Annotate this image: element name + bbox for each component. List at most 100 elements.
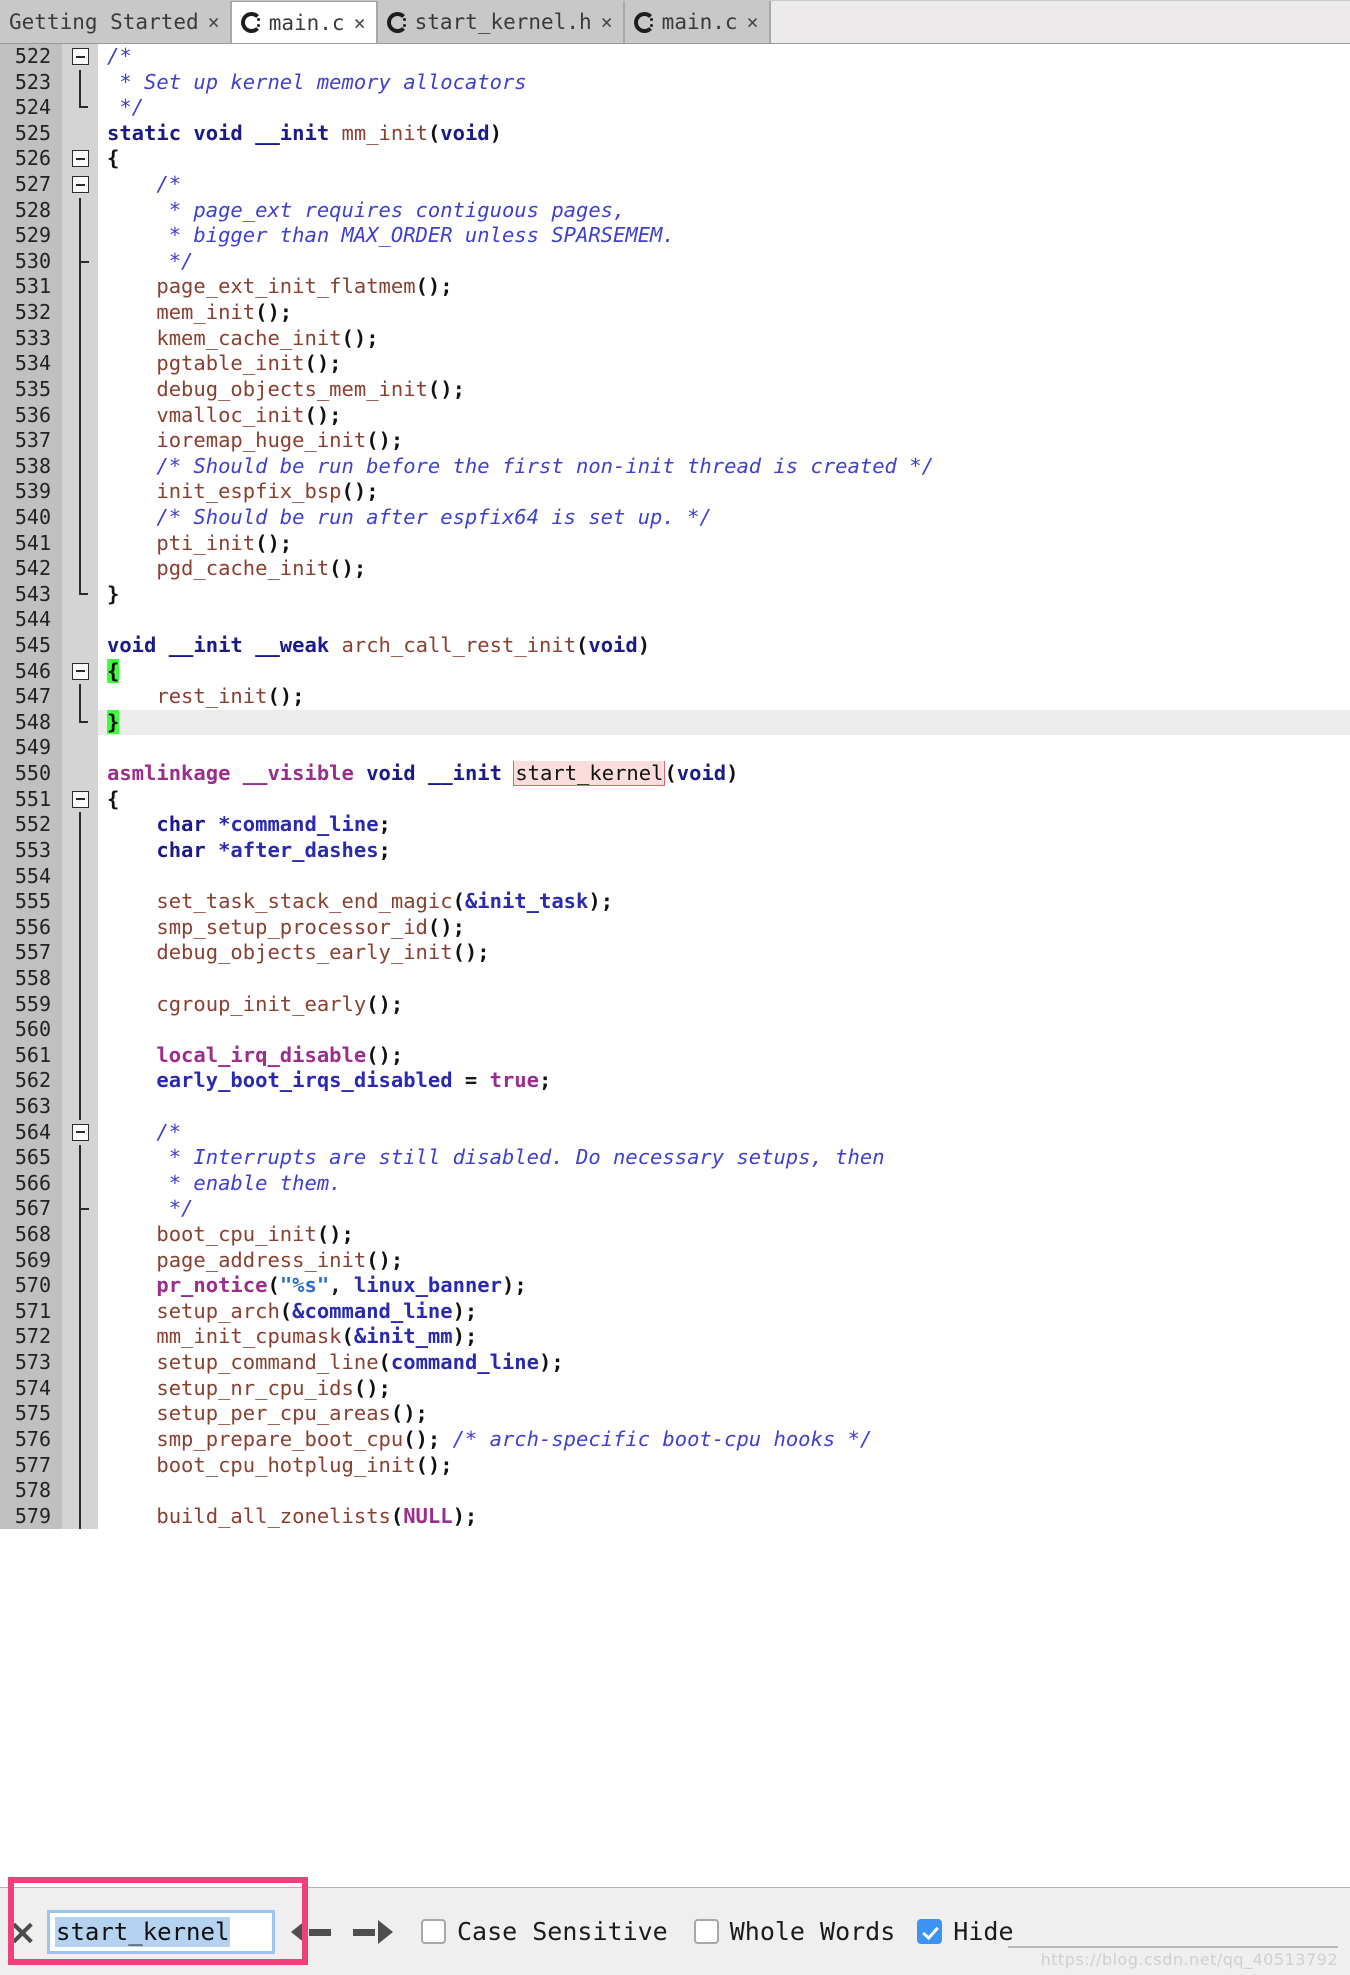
code-line[interactable]: 538 /* Should be run before the first no… [0,453,1350,480]
fold-gutter[interactable] [62,658,98,685]
find-next-arrow-icon[interactable] [349,1909,395,1955]
code-line[interactable]: 574 setup_nr_cpu_ids(); [0,1375,1350,1402]
fold-gutter[interactable] [62,325,98,352]
code-line[interactable]: 555 set_task_stack_end_magic(&init_task)… [0,889,1350,915]
code-line[interactable]: 536 vmalloc_init(); [0,402,1350,429]
code-line[interactable]: 525 static void __init mm_init(void) [0,120,1350,147]
fold-gutter[interactable] [62,1119,98,1146]
fold-collapse-icon[interactable] [72,790,89,808]
fold-gutter[interactable] [62,1068,98,1094]
fold-gutter[interactable] [62,1017,98,1043]
close-find-bar-icon[interactable] [6,1912,40,1952]
fold-gutter[interactable] [62,530,98,557]
code-line[interactable]: 568 boot_cpu_init(); [0,1222,1350,1248]
fold-gutter[interactable] [62,1222,98,1248]
code-line[interactable]: 561 local_irq_disable(); [0,1042,1350,1069]
code-line[interactable]: 539 init_espfix_bsp(); [0,479,1350,505]
code-line[interactable]: 565 * Interrupts are still disabled. Do … [0,1145,1350,1171]
fold-gutter[interactable] [62,223,98,249]
code-editor[interactable]: 522/* 523 * Set up kernel memory allocato… [0,44,1350,1887]
code-line[interactable]: 535 debug_objects_mem_init(); [0,376,1350,403]
fold-gutter[interactable] [62,1196,98,1223]
fold-gutter[interactable] [62,991,98,1018]
code-line[interactable]: 530 */ [0,248,1350,275]
tab-main-c-2[interactable]: main.c × [623,1,770,43]
fold-gutter[interactable] [62,863,98,890]
fold-gutter[interactable] [62,44,98,70]
code-line[interactable]: 546 { [0,658,1350,685]
fold-collapse-icon[interactable] [72,662,89,680]
fold-gutter[interactable] [62,786,98,813]
fold-gutter[interactable] [62,581,98,608]
code-line[interactable]: 559 cgroup_init_early(); [0,991,1350,1018]
fold-gutter[interactable] [62,633,98,659]
code-line[interactable]: 542 pgd_cache_init(); [0,556,1350,582]
code-line[interactable]: 548} [0,709,1350,736]
code-line[interactable]: 566 * enable them. [0,1170,1350,1197]
fold-gutter[interactable] [62,351,98,377]
tab-getting-started[interactable]: Getting Started × [0,1,231,43]
whole-words-checkbox[interactable]: Whole Words [693,1917,895,1946]
fold-gutter[interactable] [62,274,98,301]
code-line[interactable]: 567 */ [0,1196,1350,1223]
code-line[interactable]: 543} [0,581,1350,608]
fold-gutter[interactable] [62,1426,98,1453]
fold-gutter[interactable] [62,1324,98,1351]
code-line[interactable]: 527 /* [0,172,1350,198]
code-line[interactable]: 578 [0,1478,1350,1504]
hide-checkbox[interactable]: Hide [917,1917,1014,1946]
fold-gutter[interactable] [62,1273,98,1299]
code-line[interactable]: 564 /* [0,1119,1350,1146]
fold-gutter[interactable] [62,1478,98,1504]
fold-gutter[interactable] [62,146,98,173]
code-line[interactable]: 533 kmem_cache_init(); [0,325,1350,352]
fold-gutter[interactable] [62,556,98,582]
code-line[interactable]: 526 { [0,146,1350,173]
close-icon[interactable]: × [208,10,220,34]
code-line[interactable]: 577 boot_cpu_hotplug_init(); [0,1452,1350,1479]
code-line[interactable]: 540 /* Should be run after espfix64 is s… [0,504,1350,531]
fold-gutter[interactable] [62,504,98,531]
code-line[interactable]: 551 { [0,786,1350,813]
fold-gutter[interactable] [62,761,98,787]
fold-gutter[interactable] [62,1452,98,1479]
code-line[interactable]: 556 smp_setup_processor_id(); [0,914,1350,941]
code-line[interactable]: 562 early_boot_irqs_disabled = true; [0,1068,1350,1094]
code-line[interactable]: 572 mm_init_cpumask(&init_mm); [0,1324,1350,1351]
tab-main-c-1[interactable]: main.c × [230,1,377,43]
fold-gutter[interactable] [62,965,98,992]
fold-collapse-icon[interactable] [72,48,89,65]
fold-gutter[interactable] [62,120,98,147]
fold-gutter[interactable] [62,709,98,736]
code-line[interactable]: 579 build_all_zonelists(NULL); [0,1503,1350,1530]
code-line[interactable]: 550 asmlinkage __visible void __init star… [0,761,1350,787]
code-line[interactable]: 554 [0,863,1350,890]
fold-gutter[interactable] [62,1093,98,1120]
fold-gutter[interactable] [62,453,98,480]
fold-collapse-icon[interactable] [72,1123,89,1141]
fold-gutter[interactable] [62,300,98,326]
fold-gutter[interactable] [62,684,98,710]
fold-gutter[interactable] [62,1350,98,1376]
code-line[interactable]: 570 pr_notice("%s", linux_banner); [0,1273,1350,1299]
close-icon[interactable]: × [747,10,759,34]
code-line[interactable]: 524 */ [0,95,1350,121]
code-line[interactable]: 553 char *after_dashes; [0,837,1350,864]
fold-gutter[interactable] [62,1401,98,1427]
code-line[interactable]: 575 setup_per_cpu_areas(); [0,1401,1350,1427]
case-sensitive-checkbox[interactable]: Case Sensitive [421,1917,668,1946]
code-line[interactable]: 522 /* [0,44,1350,70]
code-line[interactable]: 558 [0,965,1350,992]
code-line[interactable]: 528 * page_ext requires contiguous pages… [0,197,1350,224]
fold-collapse-icon[interactable] [72,176,89,194]
fold-gutter[interactable] [62,376,98,403]
code-line[interactable]: 532 mem_init(); [0,300,1350,326]
fold-gutter[interactable] [62,1375,98,1402]
fold-gutter[interactable] [62,1170,98,1197]
fold-gutter[interactable] [62,402,98,429]
code-line[interactable]: 529 * bigger than MAX_ORDER unless SPARS… [0,223,1350,249]
fold-gutter[interactable] [62,428,98,454]
fold-gutter[interactable] [62,1145,98,1171]
fold-gutter[interactable] [62,1247,98,1274]
search-input[interactable]: start_kernel [47,1909,275,1954]
